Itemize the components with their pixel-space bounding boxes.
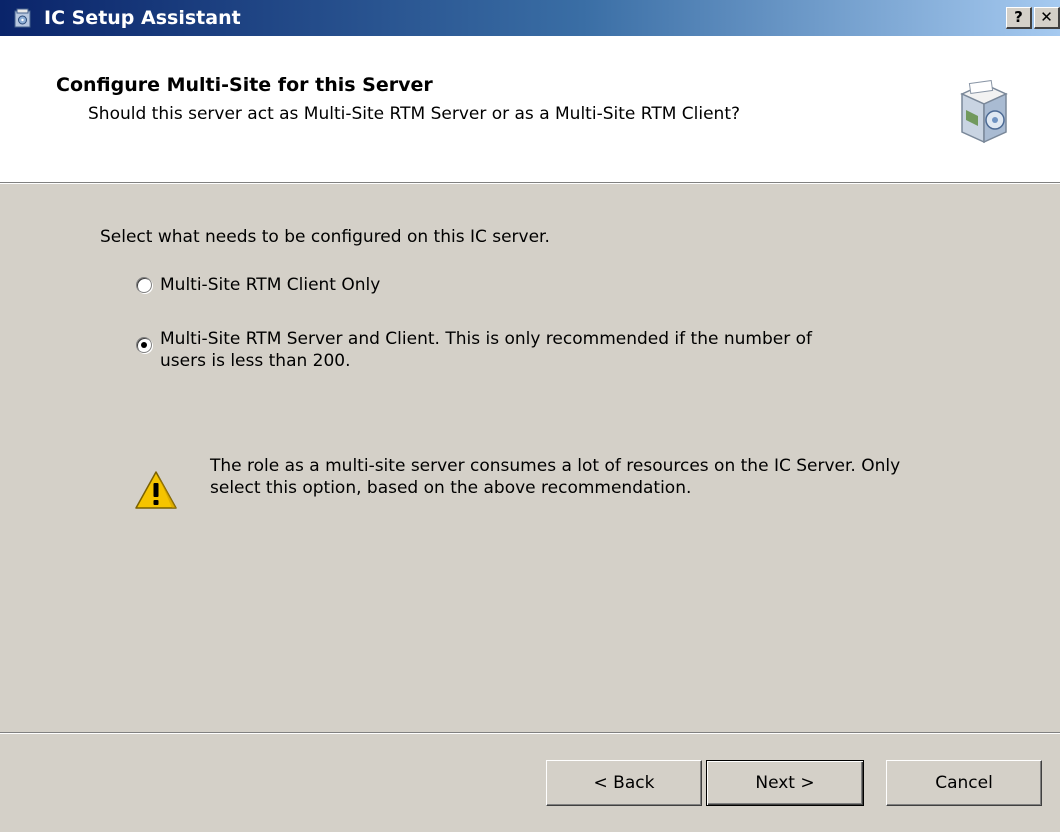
radio-selected-dot <box>141 342 147 348</box>
footer-separator <box>0 732 1060 734</box>
radio-server-and-client[interactable] <box>136 337 152 353</box>
page-subtitle: Should this server act as Multi-Site RTM… <box>88 104 741 124</box>
setup-dialog: IC Setup Assistant ? ✕ Configure Multi-S… <box>0 0 1060 832</box>
window-title: IC Setup Assistant <box>44 7 241 29</box>
next-button[interactable]: Next > <box>706 760 864 806</box>
header-separator <box>0 182 1060 184</box>
cancel-button[interactable]: Cancel <box>886 760 1042 806</box>
setup-box-icon <box>14 8 31 28</box>
instruction-text: Select what needs to be configured on th… <box>100 227 550 247</box>
option-server-and-client-label[interactable]: Multi-Site RTM Server and Client. This i… <box>160 328 860 372</box>
close-button[interactable]: ✕ <box>1034 7 1060 29</box>
title-bar[interactable]: IC Setup Assistant ? ✕ <box>0 0 1060 36</box>
warning-icon <box>135 471 177 509</box>
page-title: Configure Multi-Site for this Server <box>56 74 433 96</box>
warning-text: The role as a multi-site server consumes… <box>210 456 901 498</box>
help-button[interactable]: ? <box>1006 7 1032 29</box>
back-button[interactable]: < Back <box>546 760 702 806</box>
wizard-header: Configure Multi-Site for this Server Sho… <box>0 36 1060 182</box>
option-client-only-label[interactable]: Multi-Site RTM Client Only <box>160 274 380 296</box>
radio-client-only[interactable] <box>136 277 152 293</box>
setup-box-icon <box>960 80 1008 144</box>
